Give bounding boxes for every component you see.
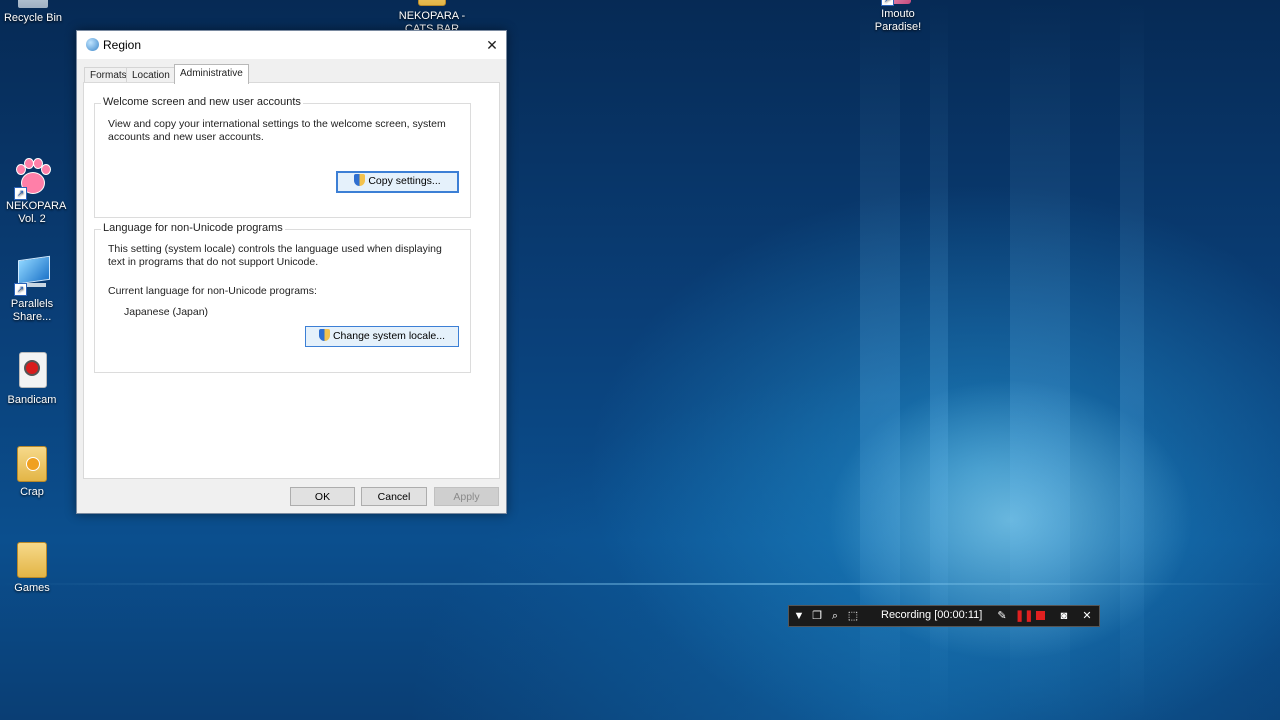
desktop-icon-label: Crap (20, 486, 44, 498)
desktop-icon-imouto-paradise[interactable]: ↗ Imouto Paradise! (862, 0, 934, 34)
desktop-icon-label: NEKOPARA Vol. 2 (6, 200, 67, 225)
desktop-icon-bandicam[interactable]: Bandicam (0, 352, 68, 407)
desktop-icon-crap[interactable]: Crap (0, 446, 68, 499)
desktop-icon-label: NEKOPARA - CATS BAR (398, 10, 466, 30)
change-system-locale-label: Change system locale... (332, 330, 446, 342)
tab-location[interactable]: Location (126, 67, 176, 83)
copy-settings-button[interactable]: Copy settings... (336, 171, 459, 193)
window-icon[interactable]: ❐ (810, 609, 824, 623)
uac-shield-icon (354, 174, 366, 186)
uac-shield-icon (318, 329, 330, 341)
current-language-label: Current language for non-Unicode program… (108, 285, 317, 297)
close-icon[interactable]: ✕ (1080, 609, 1094, 623)
welcome-group-title: Welcome screen and new user accounts (101, 96, 303, 108)
desktop-icon-label: Recycle Bin (3, 12, 63, 24)
wallpaper-horizon (0, 583, 1280, 585)
gear-icon (26, 457, 40, 471)
pause-icon[interactable]: ❚❚ (1015, 609, 1033, 623)
cancel-button[interactable]: Cancel (361, 487, 427, 506)
non-unicode-group-description: This setting (system locale) controls th… (108, 243, 442, 268)
welcome-screen-group: Welcome screen and new user accounts Vie… (94, 96, 471, 218)
shortcut-arrow-icon: ↗ (881, 0, 894, 6)
globe-icon (86, 38, 99, 51)
recording-status: Recording [00:00:11] (881, 609, 983, 621)
recording-toolbar: ▼ ❐ ⌕ ⬚ Recording [00:00:11] ✎ ❚❚ ◙ ✕ (788, 605, 1100, 627)
paw-icon: ↗ (14, 158, 51, 200)
region-icon[interactable]: ⬚ (846, 609, 860, 623)
zoom-icon[interactable]: ⌕ (828, 609, 842, 623)
desktop-icon-label: Parallels Share... (10, 298, 54, 323)
stop-icon[interactable] (1036, 611, 1045, 620)
desktop-icon-nekopara-vol2[interactable]: ↗ NEKOPARA Vol. 2 (0, 158, 68, 226)
close-button[interactable]: ✕ (478, 31, 506, 59)
game-icon: ↗ (881, 0, 911, 6)
wallpaper-streak (1120, 0, 1144, 720)
shortcut-arrow-icon: ↗ (14, 283, 27, 296)
desktop-icon-label: Imouto Paradise! (874, 8, 922, 33)
desktop-icon-label: Bandicam (7, 394, 57, 406)
desktop-icon-recycle-bin[interactable]: Recycle Bin (0, 0, 69, 25)
title-bar[interactable]: Region ✕ (77, 31, 506, 59)
desktop-icon-label: Games (14, 582, 50, 594)
camera-icon[interactable]: ◙ (1057, 609, 1071, 623)
dialog-title: Region (103, 38, 142, 52)
desktop-icon-parallels-share[interactable]: ↗ Parallels Share... (0, 255, 68, 324)
recycle-bin-icon (18, 0, 48, 8)
copy-settings-label: Copy settings... (368, 175, 441, 187)
apply-button[interactable]: Apply (434, 487, 499, 506)
folder-icon (418, 0, 446, 6)
desktop-icon-nekopara-cats-bar[interactable]: NEKOPARA - CATS BAR (396, 0, 468, 30)
desktop-icon-games[interactable]: Games (0, 542, 68, 595)
ok-button[interactable]: OK (290, 487, 355, 506)
folder-icon (17, 542, 47, 578)
region-dialog: Region ✕ Formats Location Administrative… (76, 30, 507, 514)
tab-panel-administrative: Welcome screen and new user accounts Vie… (83, 82, 500, 479)
monitor-icon: ↗ (14, 255, 50, 296)
shortcut-arrow-icon: ↗ (14, 187, 27, 200)
non-unicode-group: Language for non-Unicode programs This s… (94, 222, 471, 373)
pencil-icon[interactable]: ✎ (995, 609, 1009, 623)
bandicam-icon (14, 352, 50, 390)
current-language-value: Japanese (Japan) (124, 306, 209, 318)
change-system-locale-button[interactable]: Change system locale... (305, 326, 459, 347)
non-unicode-group-title: Language for non-Unicode programs (101, 222, 285, 234)
folder-icon (17, 446, 47, 482)
tab-administrative[interactable]: Administrative (174, 64, 249, 84)
welcome-group-description: View and copy your international setting… (108, 118, 446, 143)
dropdown-icon[interactable]: ▼ (792, 609, 806, 623)
